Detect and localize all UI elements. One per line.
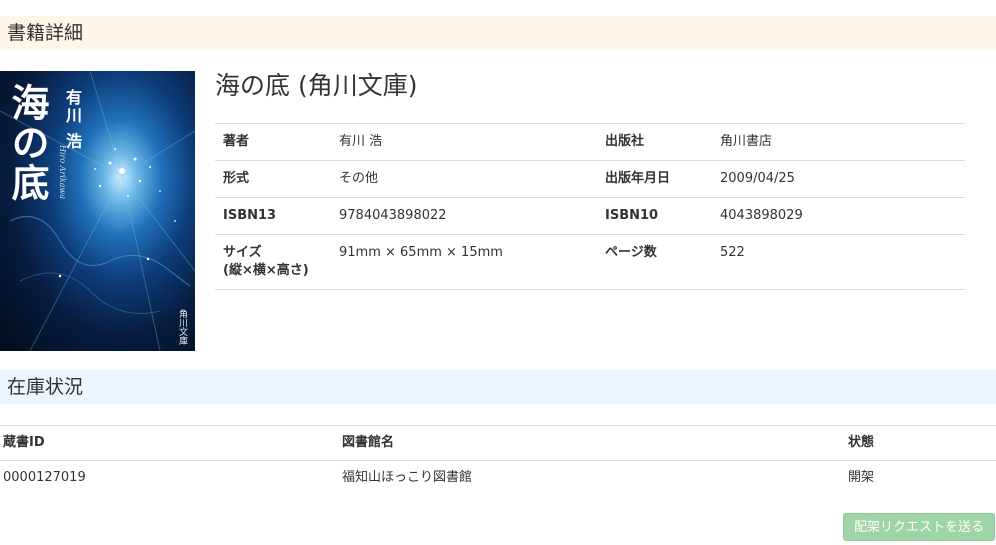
pubdate-label: 出版年月日	[597, 160, 712, 198]
isbn10-value: 4043898029	[712, 197, 965, 235]
size-label-line2: (縦×横×高さ)	[223, 263, 309, 278]
isbn13-value: 9784043898022	[331, 197, 597, 235]
column-header-library: 図書館名	[339, 425, 845, 461]
pages-value: 522	[712, 234, 965, 290]
detail-row: ISBN13 9784043898022 ISBN10 4043898029	[215, 197, 965, 235]
author-value: 有川 浩	[331, 123, 597, 161]
section-title-stock: 在庫状況	[7, 376, 84, 398]
pubdate-value: 2009/04/25	[712, 160, 965, 198]
size-value: 91mm × 65mm × 15mm	[331, 234, 597, 290]
isbn13-label: ISBN13	[215, 197, 331, 235]
shelf-request-button[interactable]: 配架リクエストを送る	[843, 513, 995, 541]
section-header-stock: 在庫状況	[0, 370, 996, 404]
format-value: その他	[331, 160, 597, 198]
format-label: 形式	[215, 160, 331, 198]
stock-library-cell: 福知山ほっこり図書館	[339, 460, 845, 495]
section-title-book-detail: 書籍詳細	[7, 22, 84, 44]
book-cover-image: 海の底 有川 浩 Hiro Arikawa 角川文庫	[0, 71, 195, 351]
isbn10-label: ISBN10	[597, 197, 712, 235]
stock-id-cell: 0000127019	[0, 460, 339, 495]
stock-status-cell: 開架	[845, 460, 996, 495]
section-header-book-detail: 書籍詳細	[0, 16, 996, 50]
pages-label: ページ数	[597, 234, 712, 290]
author-label: 著者	[215, 123, 331, 161]
cover-title-text: 海の底	[5, 83, 50, 203]
publisher-label: 出版社	[597, 123, 712, 161]
book-title: 海の底 (角川文庫)	[215, 71, 418, 100]
cover-author-roman-text: Hiro Arikawa	[58, 145, 67, 200]
detail-row: 形式 その他 出版年月日 2009/04/25	[215, 160, 965, 198]
publisher-value: 角川書店	[712, 123, 965, 161]
book-detail-table: 著者 有川 浩 出版社 角川書店 形式 その他 出版年月日 2009/04/25…	[215, 123, 965, 290]
size-label: サイズ (縦×横×高さ)	[215, 234, 331, 290]
table-row: 0000127019 福知山ほっこり図書館 開架	[0, 460, 996, 495]
size-label-line1: サイズ	[223, 245, 262, 260]
stock-table: 蔵書ID 図書館名 状態 0000127019 福知山ほっこり図書館 開架	[0, 425, 996, 495]
cover-publisher-text: 角川文庫	[177, 309, 187, 345]
column-header-status: 状態	[845, 425, 996, 461]
detail-row: 著者 有川 浩 出版社 角川書店	[215, 123, 965, 161]
column-header-id: 蔵書ID	[0, 425, 339, 461]
stock-header-row: 蔵書ID 図書館名 状態	[0, 425, 996, 461]
detail-row: サイズ (縦×横×高さ) 91mm × 65mm × 15mm ページ数 522	[215, 234, 965, 290]
cover-author-text: 有川 浩	[63, 89, 82, 151]
